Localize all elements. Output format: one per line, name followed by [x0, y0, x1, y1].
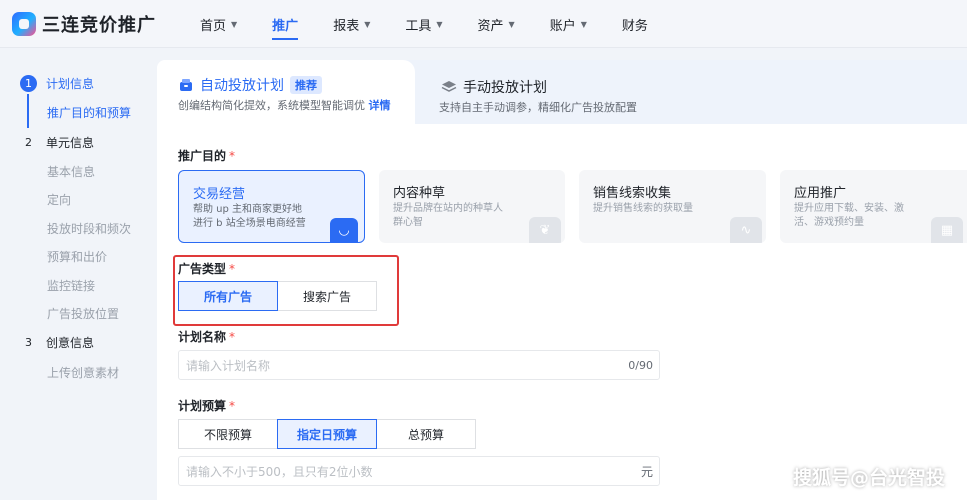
sidebar-item-monitor-link[interactable]: 监控链接 [47, 277, 95, 294]
sprout-icon: ❦ [529, 217, 561, 243]
plan-name-placeholder: 请输入计划名称 [186, 358, 271, 373]
purpose-option-leads[interactable]: 销售线索收集 提升销售线索的获取量 ∿ [579, 170, 766, 243]
app-grid-icon: ▦ [931, 217, 963, 243]
nav-home[interactable]: 首页 ▼ [200, 0, 237, 48]
chevron-down-icon: ▼ [364, 19, 371, 29]
purpose-option-ecommerce[interactable]: 交易经营 帮助 up 主和商家更好地 进行 b 站全场景电商经营 ◡ [178, 170, 365, 243]
budget-amount-input[interactable]: 请输入不小于500，且只有2位小数 元 [178, 456, 660, 486]
app-title: 三连竞价推广 [42, 15, 156, 36]
tab-manual-title: 手动投放计划 [463, 80, 547, 96]
step-number: 3 [25, 336, 32, 349]
sidebar-item-budget-bid[interactable]: 预算和出价 [47, 248, 107, 265]
details-link[interactable]: 详情 [369, 99, 391, 112]
purpose-option-app[interactable]: 应用推广 提升应用下载、安装、激 活、游戏预约量 ▦ [780, 170, 967, 243]
step-label: 单元信息 [46, 136, 95, 150]
chevron-down-icon: ▼ [580, 19, 587, 29]
tab-auto-desc: 创编结构简化提效，系统模型智能调优 [178, 99, 365, 112]
main-nav: 首页 ▼ 推广 报表 ▼ 工具 ▼ 资产 ▼ 账户 ▼ 财务 [200, 0, 683, 48]
chevron-down-icon: ▼ [436, 19, 443, 29]
nav-assets[interactable]: 资产 ▼ [478, 0, 515, 48]
sidebar-item-basic-info[interactable]: 基本信息 [47, 163, 95, 180]
plan-name-label: 计划名称 * [178, 330, 236, 344]
budget-label: 计划预算 * [178, 399, 236, 413]
budget-daily-button[interactable]: 指定日预算 [277, 419, 377, 449]
step-number: 2 [25, 136, 32, 149]
tab-manual-plan[interactable]: 手动投放计划 [441, 77, 547, 97]
char-counter: 0/90 [628, 358, 653, 372]
step-plan-info[interactable]: 1 计划信息 [20, 75, 94, 92]
step-progress-line [27, 94, 29, 128]
nav-account[interactable]: 账户 ▼ [550, 0, 587, 48]
top-bar: 三连竞价推广 首页 ▼ 推广 报表 ▼ 工具 ▼ 资产 ▼ 账户 ▼ 财务 [0, 0, 967, 48]
budget-total-button[interactable]: 总预算 [376, 419, 476, 449]
nav-promotion[interactable]: 推广 [272, 0, 299, 48]
plan-name-input[interactable]: 请输入计划名称 0/90 [178, 350, 660, 380]
purpose-option-content[interactable]: 内容种草 提升品牌在站内的种草人 群心智 ❦ [379, 170, 565, 243]
step-number: 1 [20, 75, 37, 92]
auto-plan-icon [180, 79, 192, 91]
step-label: 计划信息 [46, 77, 95, 91]
sidebar-item-purpose-budget[interactable]: 推广目的和预算 [47, 104, 131, 121]
chevron-down-icon: ▼ [231, 19, 238, 29]
logo-icon [12, 12, 36, 36]
tab-auto-title: 自动投放计划 [200, 78, 284, 94]
sidebar-item-targeting[interactable]: 定向 [47, 191, 71, 208]
budget-unlimited-button[interactable]: 不限预算 [178, 419, 278, 449]
nav-tools[interactable]: 工具 ▼ [405, 0, 442, 48]
budget-type-selector: 不限预算 指定日预算 总预算 [178, 419, 476, 449]
tab-auto-plan[interactable]: 自动投放计划 推荐 创编结构简化提效，系统模型智能调优 详情 [157, 60, 415, 126]
currency-unit: 元 [640, 464, 653, 479]
sidebar-item-schedule[interactable]: 投放时段和频次 [47, 220, 131, 237]
recommend-badge: 推荐 [290, 76, 322, 94]
folder-icon: ∿ [730, 217, 762, 243]
purpose-label: 推广目的 * [178, 149, 236, 163]
layers-icon [441, 81, 457, 92]
plan-type-tabs: 自动投放计划 推荐 创编结构简化提效，系统模型智能调优 详情 手动投放计划 支持… [157, 60, 967, 126]
step-unit-info[interactable]: 2 单元信息 [20, 134, 94, 151]
chevron-down-icon: ▼ [508, 19, 515, 29]
tab-manual-desc: 支持自主手动调参，精细化广告投放配置 [439, 101, 637, 114]
ad-type-all-button[interactable]: 所有广告 [178, 281, 278, 311]
main-panel: 自动投放计划 推荐 创编结构简化提效，系统模型智能调优 详情 手动投放计划 支持… [157, 60, 967, 500]
step-creative-info[interactable]: 3 创意信息 [20, 334, 94, 351]
shopping-bag-icon: ◡ [330, 218, 358, 242]
sidebar-item-upload-creative[interactable]: 上传创意素材 [47, 364, 119, 381]
sidebar-item-placement[interactable]: 广告投放位置 [47, 305, 119, 322]
nav-finance[interactable]: 财务 [622, 0, 648, 48]
app-logo[interactable]: 三连竞价推广 [12, 11, 156, 37]
step-label: 创意信息 [46, 336, 95, 350]
nav-reports[interactable]: 报表 ▼ [333, 0, 370, 48]
budget-placeholder: 请输入不小于500，且只有2位小数 [186, 464, 373, 479]
watermark: 搜狐号@台光智投 [792, 467, 945, 489]
